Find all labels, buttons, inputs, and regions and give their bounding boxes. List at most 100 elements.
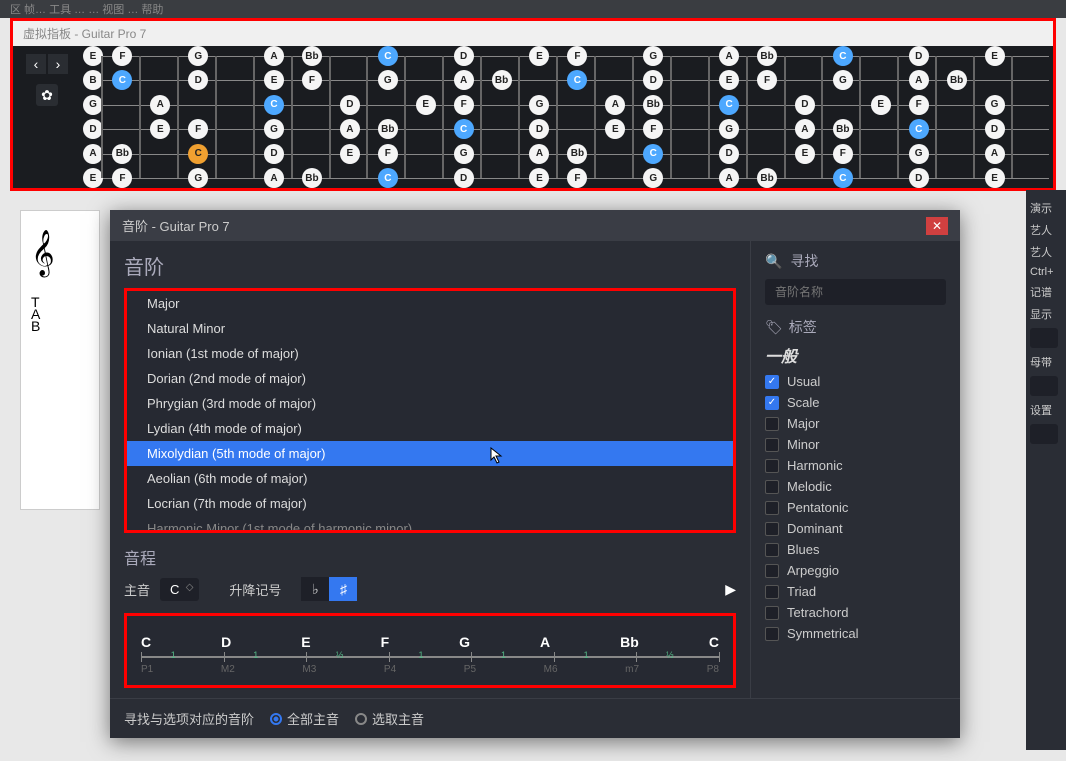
fret-note[interactable]: E bbox=[340, 144, 360, 164]
fret-note[interactable]: A bbox=[719, 168, 739, 188]
fret-note[interactable]: D bbox=[795, 95, 815, 115]
sharp-toggle[interactable]: ♯ bbox=[329, 577, 357, 601]
scale-item[interactable]: Dorian (2nd mode of major) bbox=[127, 366, 733, 391]
fret-note[interactable]: Bb bbox=[947, 70, 967, 90]
fret-note[interactable]: Bb bbox=[492, 70, 512, 90]
radio-select-tonic[interactable]: 选取主音 bbox=[355, 709, 424, 728]
fret-note[interactable]: G bbox=[188, 46, 208, 66]
right-panel-item[interactable]: Ctrl+ bbox=[1030, 266, 1062, 278]
fret-note[interactable]: E bbox=[264, 70, 284, 90]
fretboard-settings-button[interactable]: ✿ bbox=[36, 84, 58, 106]
fret-note[interactable]: D bbox=[909, 46, 929, 66]
tag-dominant[interactable]: Dominant bbox=[765, 518, 946, 539]
fretboard-prev-button[interactable]: ‹ bbox=[26, 54, 46, 74]
scale-list[interactable]: MajorNatural MinorIonian (1st mode of ma… bbox=[124, 288, 736, 533]
tonic-select[interactable]: C bbox=[160, 578, 199, 601]
fret-note[interactable]: C bbox=[112, 70, 132, 90]
fret-note[interactable]: F bbox=[643, 119, 663, 139]
fret-note[interactable]: G bbox=[188, 168, 208, 188]
fret-note[interactable]: D bbox=[909, 168, 929, 188]
tag-major[interactable]: Major bbox=[765, 413, 946, 434]
fret-note[interactable]: E bbox=[529, 168, 549, 188]
fret-note[interactable]: E bbox=[529, 46, 549, 66]
scale-item[interactable]: Aeolian (6th mode of major) bbox=[127, 466, 733, 491]
fret-note[interactable]: F bbox=[567, 168, 587, 188]
fret-note[interactable]: D bbox=[264, 144, 284, 164]
tag-pentatonic[interactable]: Pentatonic bbox=[765, 497, 946, 518]
fret-note[interactable]: C bbox=[719, 95, 739, 115]
fret-note[interactable]: A bbox=[264, 168, 284, 188]
fret-note[interactable]: B bbox=[83, 70, 103, 90]
fret-note[interactable]: A bbox=[719, 46, 739, 66]
fret-note[interactable]: F bbox=[833, 144, 853, 164]
fret-note[interactable]: G bbox=[833, 70, 853, 90]
fret-note[interactable]: F bbox=[909, 95, 929, 115]
fret-note[interactable]: E bbox=[83, 46, 103, 66]
panel-icon[interactable] bbox=[1030, 328, 1058, 348]
tag-harmonic[interactable]: Harmonic bbox=[765, 455, 946, 476]
scale-item[interactable]: Major bbox=[127, 291, 733, 316]
fret-note[interactable]: G bbox=[985, 95, 1005, 115]
fret-note[interactable]: C bbox=[378, 168, 398, 188]
fret-note[interactable]: A bbox=[605, 95, 625, 115]
fret-note[interactable]: E bbox=[985, 46, 1005, 66]
fret-note[interactable]: D bbox=[719, 144, 739, 164]
fret-note[interactable]: D bbox=[83, 119, 103, 139]
tag-melodic[interactable]: Melodic bbox=[765, 476, 946, 497]
fretboard[interactable]: ‹ › ✿ EFGABbCDEFGABbCDEBCDEFGABbCDEFGABb… bbox=[13, 46, 1053, 188]
fret-note[interactable]: G bbox=[454, 144, 474, 164]
right-panel-item[interactable]: 演示 bbox=[1030, 200, 1062, 216]
fret-note[interactable]: G bbox=[719, 119, 739, 139]
scale-item[interactable]: Natural Minor bbox=[127, 316, 733, 341]
fret-note[interactable]: G bbox=[643, 168, 663, 188]
scale-item[interactable]: Harmonic Minor (1st mode of harmonic min… bbox=[127, 516, 733, 533]
fret-note[interactable]: D bbox=[340, 95, 360, 115]
fret-note[interactable]: C bbox=[378, 46, 398, 66]
fret-note[interactable]: F bbox=[112, 168, 132, 188]
fret-note[interactable]: F bbox=[757, 70, 777, 90]
fret-note[interactable]: D bbox=[985, 119, 1005, 139]
right-panel-item[interactable]: 记谱 bbox=[1030, 284, 1062, 300]
fret-note[interactable]: G bbox=[909, 144, 929, 164]
fret-note[interactable]: Bb bbox=[567, 144, 587, 164]
fret-note[interactable]: Bb bbox=[833, 119, 853, 139]
fret-note[interactable]: D bbox=[454, 168, 474, 188]
radio-all-tonics[interactable]: 全部主音 bbox=[270, 709, 339, 728]
right-panel-item[interactable]: 母带 bbox=[1030, 354, 1062, 370]
fret-note[interactable]: Bb bbox=[112, 144, 132, 164]
fret-note[interactable]: A bbox=[909, 70, 929, 90]
fret-note[interactable]: E bbox=[416, 95, 436, 115]
fret-note[interactable]: E bbox=[83, 168, 103, 188]
tag-arpeggio[interactable]: Arpeggio bbox=[765, 560, 946, 581]
search-input[interactable] bbox=[765, 279, 946, 305]
tag-blues[interactable]: Blues bbox=[765, 539, 946, 560]
tag-tetrachord[interactable]: Tetrachord bbox=[765, 602, 946, 623]
panel-icon[interactable] bbox=[1030, 424, 1058, 444]
fret-note[interactable]: C bbox=[833, 46, 853, 66]
tag-triad[interactable]: Triad bbox=[765, 581, 946, 602]
tag-minor[interactable]: Minor bbox=[765, 434, 946, 455]
fret-note[interactable]: D bbox=[188, 70, 208, 90]
fret-note[interactable]: Bb bbox=[378, 119, 398, 139]
flat-toggle[interactable]: ♭ bbox=[301, 577, 329, 601]
right-panel-item[interactable]: 显示 bbox=[1030, 306, 1062, 322]
scale-item[interactable]: Mixolydian (5th mode of major) bbox=[127, 441, 733, 466]
fret-note[interactable]: C bbox=[567, 70, 587, 90]
fret-note[interactable]: A bbox=[985, 144, 1005, 164]
fret-note[interactable]: E bbox=[871, 95, 891, 115]
dialog-close-button[interactable]: ✕ bbox=[926, 217, 948, 235]
fret-note[interactable]: A bbox=[454, 70, 474, 90]
fret-note[interactable]: E bbox=[605, 119, 625, 139]
fret-note[interactable]: G bbox=[378, 70, 398, 90]
dialog-titlebar[interactable]: 音阶 - Guitar Pro 7 ✕ bbox=[110, 210, 960, 241]
fret-note[interactable]: Bb bbox=[757, 168, 777, 188]
fret-note[interactable]: E bbox=[985, 168, 1005, 188]
fret-note[interactable]: C bbox=[643, 144, 663, 164]
fret-note[interactable]: G bbox=[529, 95, 549, 115]
fret-note[interactable]: F bbox=[454, 95, 474, 115]
fret-note[interactable]: E bbox=[719, 70, 739, 90]
fret-note[interactable]: Bb bbox=[302, 168, 322, 188]
scale-item[interactable]: Phrygian (3rd mode of major) bbox=[127, 391, 733, 416]
scale-item[interactable]: Locrian (7th mode of major) bbox=[127, 491, 733, 516]
fret-note[interactable]: E bbox=[795, 144, 815, 164]
